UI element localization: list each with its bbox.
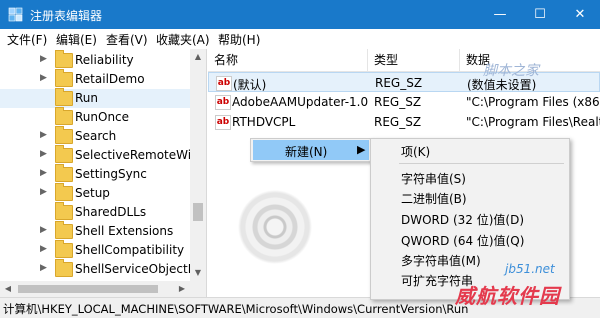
expand-arrow-icon[interactable]: ▶ (40, 149, 47, 159)
tree-item-label: RetailDemo (75, 72, 145, 86)
key-tree: ▶ Reliability ▶ RetailDemo Run RunOnce ▶… (0, 49, 207, 297)
tree-item-shareddlls[interactable]: SharedDLLs (0, 202, 190, 222)
folder-icon (55, 126, 73, 144)
submenu-item-dword-value[interactable]: DWORD (32 位)值(D) (401, 211, 524, 228)
tree-item-shell-extensions[interactable]: ▶ Shell Extensions (0, 221, 190, 241)
tree-item-label: ShellServiceObjectDe (75, 262, 205, 276)
key-path: 计算机\HKEY_LOCAL_MACHINE\SOFTWARE\Microsof… (3, 302, 469, 316)
folder-icon (55, 145, 73, 163)
tree-item-label: Reliability (75, 53, 134, 67)
string-value-icon: ab (215, 95, 231, 110)
submenu-item-multi-string-value[interactable]: 多字符串值(M) (401, 252, 481, 269)
folder-icon (55, 202, 73, 220)
folder-icon (55, 69, 73, 87)
submenu-item-key[interactable]: 项(K) (401, 143, 430, 160)
expand-arrow-icon[interactable]: ▶ (40, 168, 47, 178)
menu-view[interactable]: 查看(V) (106, 31, 148, 48)
expand-arrow-icon[interactable]: ▶ (40, 225, 47, 235)
value-type: REG_SZ (375, 76, 423, 90)
column-header-type[interactable]: 类型 (368, 49, 460, 71)
menu-item-new[interactable]: 新建(N) ▶ (253, 140, 369, 160)
tree-item-label: SharedDLLs (75, 205, 147, 219)
watermark-logo-text: 威航软件园 (455, 284, 560, 308)
menu-item-label: 新建(N) (285, 145, 328, 159)
tree-item-runonce[interactable]: RunOnce (0, 107, 190, 127)
value-type: REG_SZ (374, 95, 422, 109)
scrollbar-thumb[interactable] (193, 203, 203, 221)
value-type: REG_SZ (374, 115, 422, 129)
scroll-right-arrow-icon[interactable]: ▶ (174, 281, 190, 297)
tree-item-label: SelectiveRemoteWipe (75, 148, 207, 162)
minimize-button[interactable]: — (480, 0, 520, 29)
expand-arrow-icon[interactable]: ▶ (40, 187, 47, 197)
watermark-text: 脚本之家 (483, 63, 539, 79)
column-header-name[interactable]: 名称 (208, 49, 368, 71)
tree-item-search[interactable]: ▶ Search (0, 126, 190, 146)
submenu-arrow-icon: ▶ (357, 143, 366, 156)
title-bar: 注册表编辑器 — ☐ ✕ (0, 0, 600, 29)
expand-arrow-icon[interactable]: ▶ (40, 54, 47, 64)
tree-item-settingsync[interactable]: ▶ SettingSync (0, 164, 190, 184)
value-data: "C:\Program Files\Realtek (466, 115, 600, 129)
close-button[interactable]: ✕ (560, 0, 600, 29)
expand-arrow-icon[interactable]: ▶ (40, 244, 47, 254)
tree-item-shellcompatibility[interactable]: ▶ ShellCompatibility (0, 240, 190, 260)
menu-file[interactable]: 文件(F) (7, 31, 47, 48)
scroll-down-arrow-icon[interactable]: ▼ (190, 265, 206, 281)
tree-item-reliability[interactable]: ▶ Reliability (0, 50, 190, 70)
registry-editor-icon (8, 7, 23, 22)
submenu-item-binary-value[interactable]: 二进制值(B) (401, 190, 467, 207)
tree-vertical-scrollbar[interactable]: ▲ ▼ (190, 49, 206, 297)
menu-separator (399, 163, 564, 164)
folder-icon (55, 107, 73, 125)
tree-item-run[interactable]: Run (0, 88, 190, 108)
string-value-icon: ab (216, 76, 232, 91)
tree-item-selectiveremotewipe[interactable]: ▶ SelectiveRemoteWipe (0, 145, 206, 165)
folder-icon (55, 164, 73, 182)
table-row[interactable]: ab RTHDVCPL REG_SZ "C:\Program Files\Rea… (208, 112, 600, 132)
tree-item-label: ShellCompatibility (75, 243, 185, 257)
tree-horizontal-scrollbar[interactable]: ◀ ▶ (0, 281, 190, 297)
value-name: RTHDVCPL (232, 115, 296, 129)
folder-icon (55, 183, 73, 201)
menu-favorites[interactable]: 收藏夹(A) (156, 31, 210, 48)
value-data: "C:\Program Files (x86)\Co (466, 95, 600, 109)
menu-bar: 文件(F) 编辑(E) 查看(V) 收藏夹(A) 帮助(H) (0, 29, 600, 49)
expand-arrow-icon[interactable]: ▶ (40, 263, 47, 273)
scroll-up-arrow-icon[interactable]: ▲ (190, 49, 206, 65)
maximize-button[interactable]: ☐ (520, 0, 560, 29)
menu-edit[interactable]: 编辑(E) (56, 31, 97, 48)
tree-item-label: Run (75, 91, 99, 105)
submenu-item-string-value[interactable]: 字符串值(S) (401, 170, 466, 187)
window-title: 注册表编辑器 (30, 9, 103, 23)
tree-item-label: SettingSync (75, 167, 147, 181)
expand-arrow-icon[interactable]: ▶ (40, 73, 47, 83)
table-row[interactable]: ab AdobeAAMUpdater-1.0 REG_SZ "C:\Progra… (208, 92, 600, 112)
tree-item-shellserviceobjectde[interactable]: ▶ ShellServiceObjectDe (0, 259, 204, 279)
folder-icon (55, 88, 73, 106)
value-name: AdobeAAMUpdater-1.0 (232, 95, 369, 109)
folder-icon (55, 259, 73, 277)
tree-item-label: Shell Extensions (75, 224, 174, 238)
value-name: (默认) (233, 78, 267, 92)
tree-item-label: RunOnce (75, 110, 130, 124)
expand-arrow-icon[interactable]: ▶ (40, 130, 47, 140)
menu-help[interactable]: 帮助(H) (218, 31, 260, 48)
tree-item-label: Setup (75, 186, 110, 200)
tree-item-setup[interactable]: ▶ Setup (0, 183, 190, 203)
table-row[interactable]: ab (默认) REG_SZ (数值未设置) (208, 72, 600, 92)
scrollbar-thumb[interactable] (18, 285, 158, 293)
submenu-item-qword-value[interactable]: QWORD (64 位)值(Q) (401, 232, 524, 249)
string-value-icon: ab (215, 115, 231, 130)
tree-item-label: Search (75, 129, 117, 143)
folder-icon (55, 50, 73, 68)
context-menu: 新建(N) ▶ (250, 138, 372, 162)
folder-icon (55, 240, 73, 258)
scroll-left-arrow-icon[interactable]: ◀ (0, 281, 16, 297)
loading-ring-graphic (238, 190, 312, 264)
watermark-url: jb51.net (505, 262, 555, 276)
folder-icon (55, 221, 73, 239)
tree-item-retaildemo[interactable]: ▶ RetailDemo (0, 69, 190, 89)
